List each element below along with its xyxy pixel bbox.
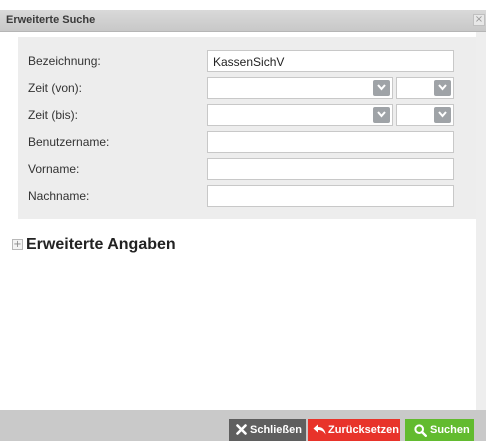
search-form-panel: Bezeichnung: KassenSichV Zeit (von): Zei [18,37,484,219]
close-icon[interactable]: × [473,14,485,26]
search-icon [414,424,427,440]
field-nachname: Nachname: [18,184,484,208]
field-bezeichnung: Bezeichnung: KassenSichV [18,49,484,73]
vorname-label: Vorname: [28,162,80,176]
chevron-down-icon[interactable] [373,80,390,96]
zeit-von-date-select[interactable] [207,77,393,99]
expander-label[interactable]: Erweiterte Angaben [26,236,176,254]
vorname-input[interactable] [207,158,454,180]
bezeichnung-label: Bezeichnung: [28,54,101,68]
zeit-von-time-select[interactable] [396,77,454,99]
chevron-down-icon[interactable] [434,80,451,96]
nachname-input[interactable] [207,185,454,207]
zeit-bis-label: Zeit (bis): [28,108,79,122]
close-icon [236,424,247,438]
dialog-titlebar[interactable]: Erweiterte Suche × [0,10,486,32]
dialog-footer: Schließen Zurücksetzen Suchen [0,410,486,441]
undo-arrow-icon [313,424,326,438]
dialog-title: Erweiterte Suche [6,14,96,26]
chevron-down-icon[interactable] [434,107,451,123]
field-benutzername: Benutzername: [18,130,484,154]
schliessen-label: Schließen [250,424,302,436]
bezeichnung-input[interactable]: KassenSichV [207,50,454,72]
plus-icon[interactable]: + [12,239,23,250]
nachname-label: Nachname: [28,189,90,203]
dialog-content: Bezeichnung: KassenSichV Zeit (von): Zei [10,32,486,410]
zuruecksetzen-label: Zurücksetzen [328,424,399,436]
scrollbar-track[interactable] [476,32,486,410]
zeit-bis-date-select[interactable] [207,104,393,126]
field-zeit-von: Zeit (von): [18,76,484,100]
suchen-label: Suchen [430,424,470,436]
field-vorname: Vorname: [18,157,484,181]
chevron-down-icon[interactable] [373,107,390,123]
field-zeit-bis: Zeit (bis): [18,103,484,127]
benutzername-input[interactable] [207,131,454,153]
advanced-search-dialog: Erweiterte Suche × Bezeichnung: KassenSi… [0,0,486,441]
benutzername-label: Benutzername: [28,135,110,149]
zeit-von-label: Zeit (von): [28,81,83,95]
zeit-bis-time-select[interactable] [396,104,454,126]
zuruecksetzen-button[interactable]: Zurücksetzen [308,419,400,441]
schliessen-button[interactable]: Schließen [229,419,306,441]
suchen-button[interactable]: Suchen [405,419,474,441]
